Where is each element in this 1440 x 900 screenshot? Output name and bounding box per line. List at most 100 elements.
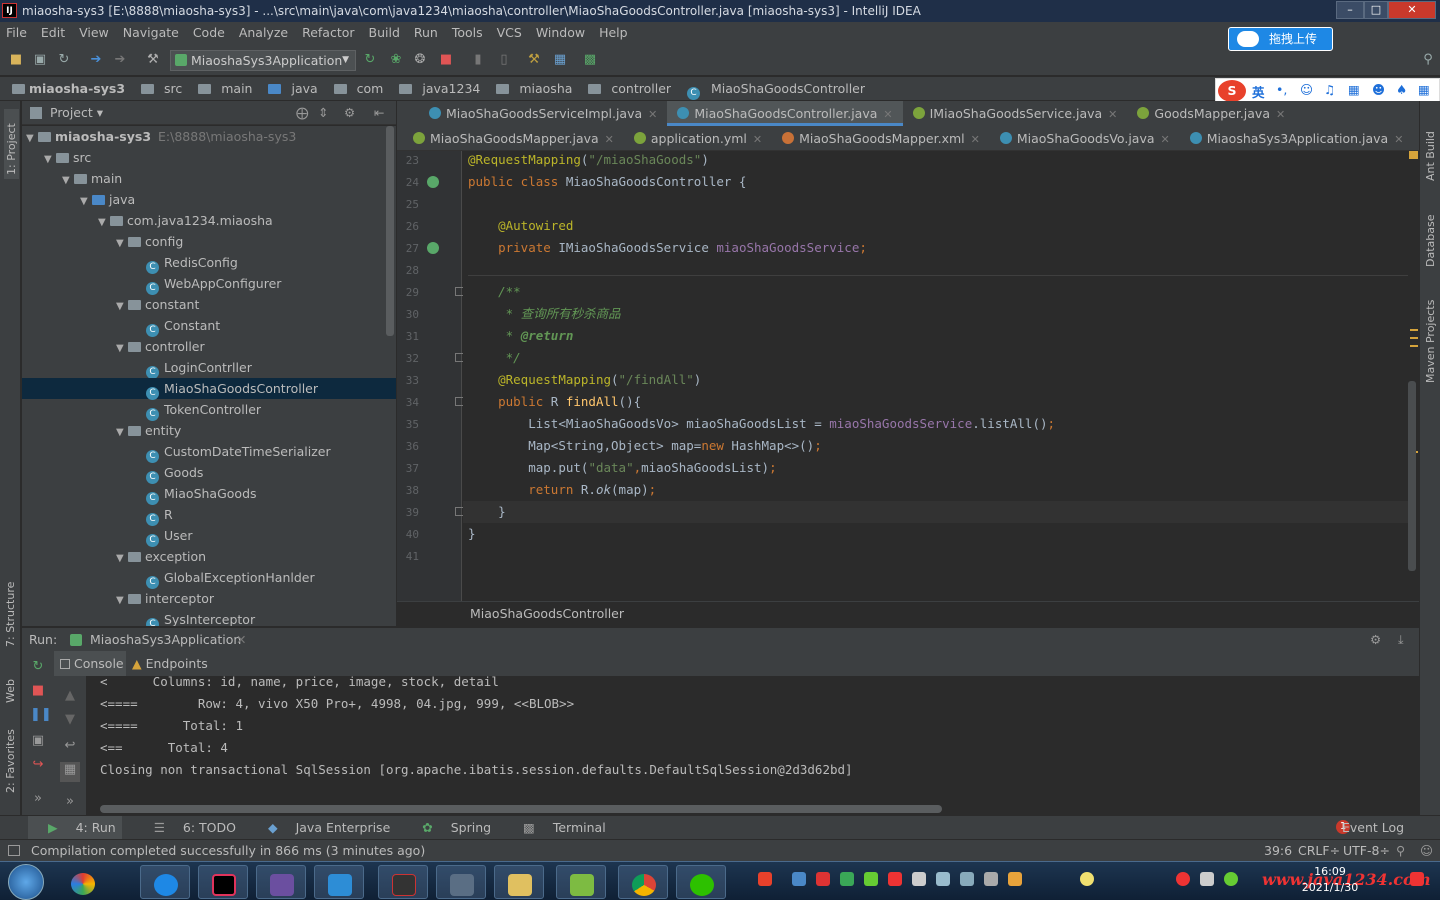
expand-arrow-icon[interactable]: ▼ — [26, 128, 38, 149]
tree-node[interactable]: C Goods — [22, 462, 396, 484]
breadcrumb-java[interactable]: java — [262, 81, 318, 96]
menu-help[interactable]: Help — [599, 25, 628, 40]
taskbar-app-remote[interactable] — [436, 865, 486, 899]
code-line[interactable]: * 查询所有秒杀商品 — [468, 303, 621, 325]
settings-icon[interactable]: ⚒ — [526, 52, 542, 68]
spring-tool-button[interactable]: ✿ Spring — [408, 820, 491, 835]
editor-tab[interactable]: MiaoShaGoodsServiceImpl.java ✕ — [419, 101, 667, 126]
tree-node[interactable]: C GlobalExceptionHanlder — [22, 567, 396, 589]
menu-navigate[interactable]: Navigate — [123, 25, 179, 40]
rerun-icon[interactable]: ↻ — [30, 659, 46, 675]
line-separator[interactable]: CRLF÷ — [1298, 840, 1340, 862]
back-icon[interactable]: ➔ — [88, 52, 104, 68]
editor-tab[interactable]: GoodsMapper.java ✕ — [1127, 101, 1295, 126]
taskbar-app-intellij[interactable] — [198, 865, 248, 899]
expand-arrow-icon[interactable]: ▼ — [116, 338, 128, 359]
tree-node[interactable]: C TokenController — [22, 399, 396, 421]
more-icon[interactable]: » — [30, 791, 46, 807]
editor-tab[interactable]: MiaoShaGoodsMapper.java ✕ — [403, 126, 624, 151]
tree-node[interactable]: ▼ src — [22, 147, 396, 168]
tray-flag-icon[interactable] — [1224, 872, 1238, 886]
expand-arrow-icon[interactable]: ▼ — [116, 422, 128, 443]
skin-icon[interactable]: ♠ — [1396, 82, 1407, 97]
project-scrollbar[interactable] — [386, 126, 394, 336]
breadcrumb-com[interactable]: com — [328, 81, 383, 96]
gear-icon[interactable]: ⚙ — [1370, 628, 1381, 652]
tree-node[interactable]: ▼ main — [22, 168, 396, 189]
down-arrow-icon[interactable]: ▼ — [62, 712, 78, 728]
run-tool-button[interactable]: ▶ 4: Run — [28, 816, 122, 840]
expand-arrow-icon[interactable]: ▼ — [44, 149, 56, 170]
editor-tab[interactable]: MiaoShaGoodsVo.java ✕ — [990, 126, 1180, 151]
menu-tools[interactable]: Tools — [452, 25, 483, 40]
web-tool-button[interactable]: Web — [4, 663, 17, 703]
breadcrumb-class[interactable]: C MiaoShaGoodsController — [681, 81, 865, 100]
endpoints-tab[interactable]: ▲ Endpoints — [132, 651, 208, 676]
sdk-icon[interactable]: ▩ — [582, 52, 598, 68]
tray-gear-icon[interactable] — [912, 872, 926, 886]
layout-icon[interactable]: ▯ — [496, 52, 512, 68]
ime-mode[interactable]: 英 — [1252, 82, 1265, 101]
tray-network-icon[interactable] — [960, 872, 974, 886]
taskbar-app-explorer[interactable] — [494, 865, 544, 899]
tray-box-icon[interactable] — [792, 872, 806, 886]
breadcrumb-main[interactable]: main — [192, 81, 252, 96]
expand-arrow-icon[interactable]: ▼ — [80, 191, 92, 212]
code-line[interactable]: @Autowired — [468, 215, 573, 237]
close-tab-icon[interactable]: ✕ — [648, 108, 657, 121]
clock[interactable]: 16:09 2021/1/30 — [1296, 864, 1364, 896]
stop-icon[interactable]: ■ — [438, 52, 454, 68]
close-button[interactable]: ✕ — [1388, 1, 1436, 19]
code-line[interactable]: public R findAll(){ — [468, 391, 641, 413]
sync-icon[interactable]: ↻ — [56, 52, 72, 68]
project-tool-button[interactable]: 1: Project — [4, 109, 19, 179]
tree-node[interactable]: C CustomDateTimeSerializer — [22, 441, 396, 463]
tray-screen-icon[interactable] — [936, 872, 950, 886]
editor-tab[interactable]: application.yml ✕ — [624, 126, 772, 151]
spring-bean-gutter-icon[interactable] — [427, 242, 439, 254]
dump-threads-icon[interactable]: ▣ — [30, 733, 46, 749]
code-line[interactable]: @RequestMapping("/miaoShaGoods") — [468, 149, 709, 171]
tree-node[interactable]: ▼ entity — [22, 420, 396, 441]
expand-arrow-icon[interactable]: ▼ — [116, 233, 128, 254]
breadcrumb-controller[interactable]: controller — [582, 81, 671, 96]
tray-display-icon[interactable] — [984, 872, 998, 886]
minimize-button[interactable]: – — [1336, 1, 1364, 19]
tree-node[interactable]: C User — [22, 525, 396, 547]
caret-position[interactable]: 39:6 — [1264, 840, 1292, 862]
code-line[interactable]: private IMiaoShaGoodsService miaoShaGood… — [468, 237, 867, 259]
tray-sogou-icon[interactable] — [758, 872, 772, 886]
tree-node[interactable]: C RedisConfig — [22, 252, 396, 274]
close-tab-icon[interactable]: ✕ — [1394, 133, 1403, 146]
save-icon[interactable]: ▣ — [32, 52, 48, 68]
console-scrollbar[interactable] — [100, 805, 942, 813]
up-arrow-icon[interactable]: ▲ — [62, 688, 78, 704]
tree-node[interactable]: ▼ config — [22, 231, 396, 252]
microphone-icon[interactable]: ♫ — [1324, 82, 1335, 97]
run-configuration-select[interactable]: MiaoshaSys3Application ▼ — [170, 50, 356, 71]
tray-yellow-icon[interactable] — [1080, 872, 1094, 886]
open-folder-icon[interactable]: ■ — [8, 52, 24, 68]
start-button[interactable] — [8, 864, 44, 900]
ant-build-tool-button[interactable]: Ant Build — [1424, 111, 1437, 181]
tree-node[interactable]: C Constant — [22, 315, 396, 337]
menu-file[interactable]: File — [6, 25, 27, 40]
tree-node[interactable]: ▼ miaosha-sys3 E:\8888\miaosha-sys3 — [22, 126, 396, 147]
close-run-tab-icon[interactable]: ✕ — [236, 628, 246, 652]
pause-icon[interactable]: ❚❚ — [30, 707, 52, 723]
code-line[interactable]: * @return — [468, 325, 574, 347]
taskbar-app-recorder[interactable] — [378, 865, 428, 899]
coverage-icon[interactable]: ❂ — [412, 52, 428, 68]
tree-node[interactable]: C MiaoShaGoods — [22, 483, 396, 505]
editor-tab[interactable]: MiaoShaGoodsController.java ✕ — [667, 101, 903, 126]
code-line[interactable]: */ — [468, 347, 521, 369]
warning-marker[interactable] — [1410, 345, 1418, 347]
tray-orange-icon[interactable] — [1008, 872, 1022, 886]
code-line[interactable]: } — [468, 501, 506, 523]
project-structure-icon[interactable]: ▦ — [552, 52, 568, 68]
code-line[interactable]: /** — [468, 281, 521, 303]
scroll-to-end-icon[interactable]: ▦ — [60, 762, 80, 782]
rerun-icon[interactable]: ↻ — [362, 52, 378, 68]
toolbox-icon[interactable]: ▦ — [1418, 82, 1430, 97]
forward-icon[interactable]: ➔ — [112, 52, 128, 68]
